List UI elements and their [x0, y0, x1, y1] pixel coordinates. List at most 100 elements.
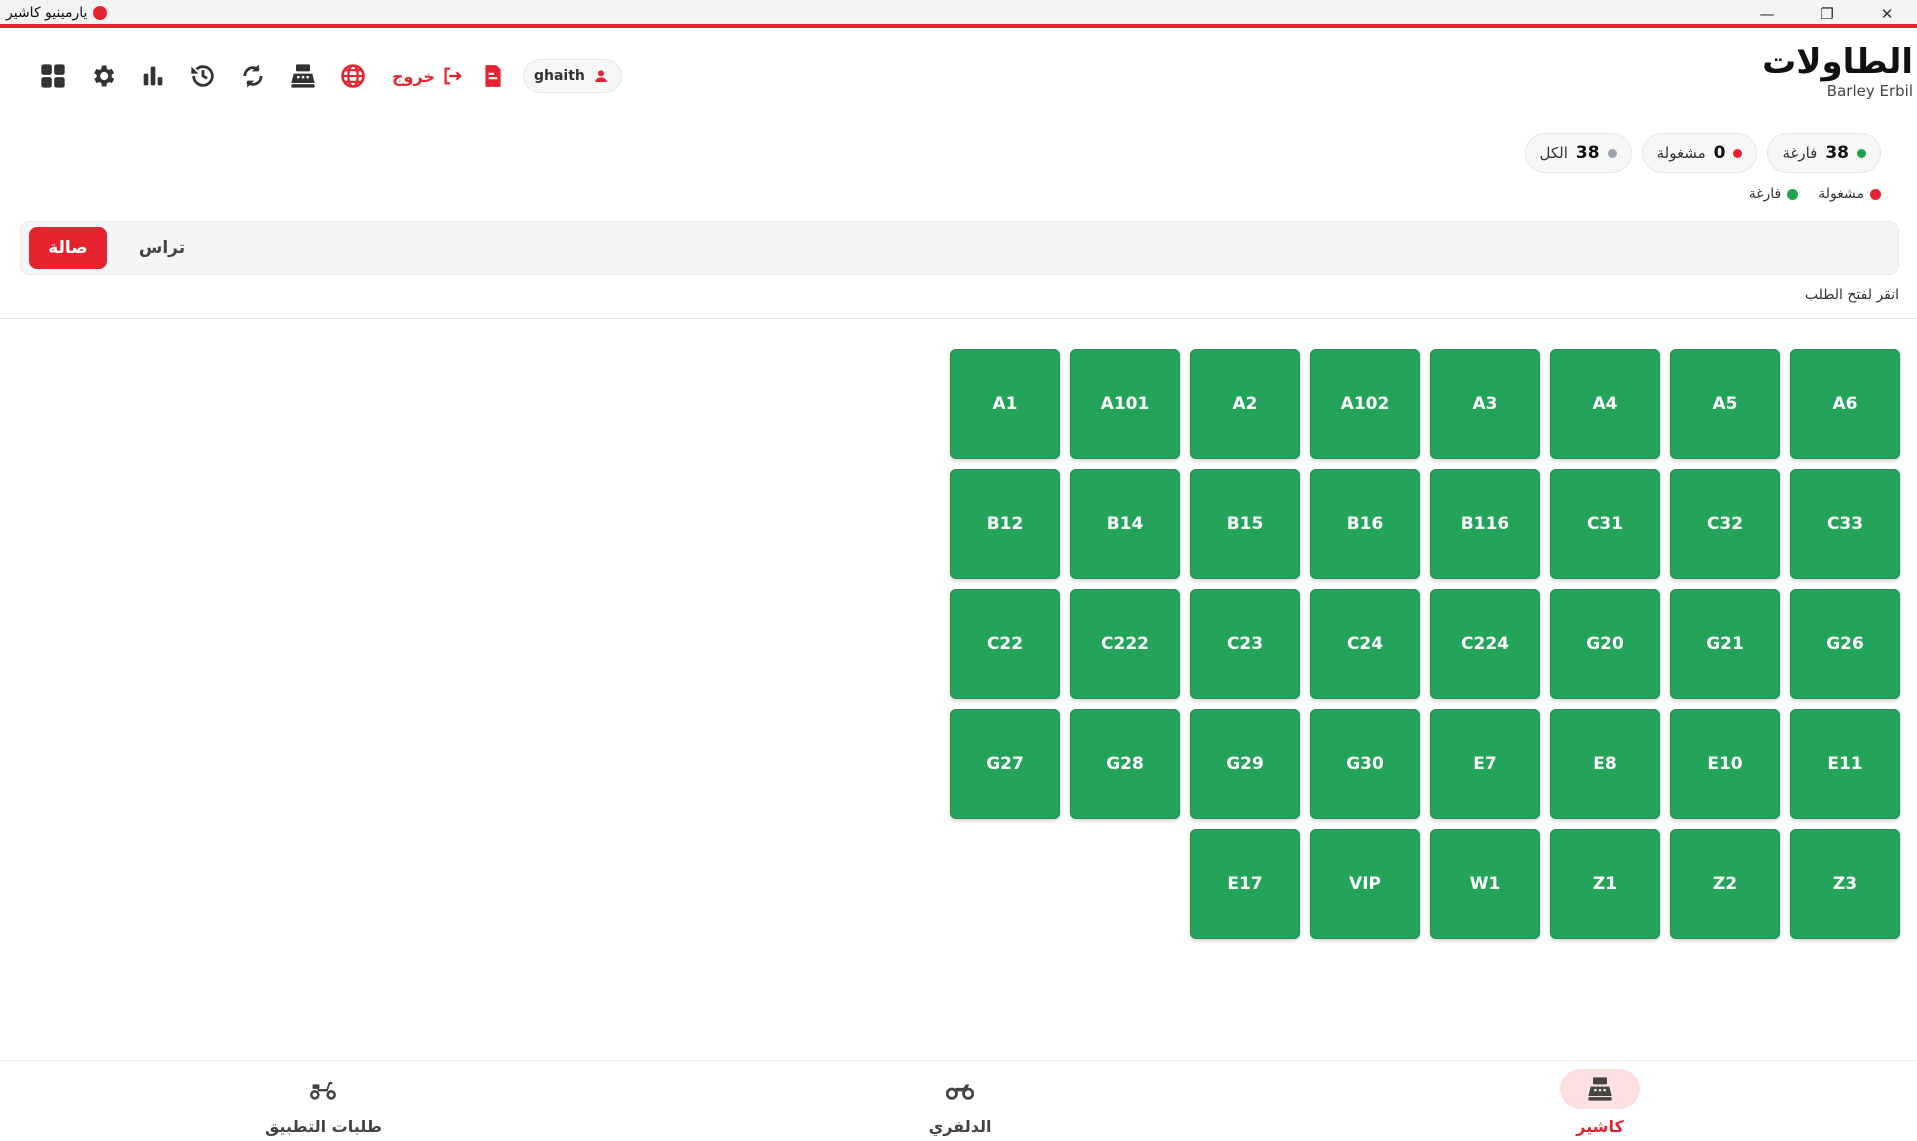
nav-delivery[interactable]: الدلفري [920, 1069, 1000, 1136]
page-title: الطاولات [1762, 42, 1913, 82]
bottom-nav: كاشير الدلفري طلبات التطبيق [0, 1060, 1917, 1141]
app-logo-icon [93, 6, 108, 20]
sync-button[interactable] [228, 58, 278, 94]
table-a6[interactable]: A6 [1790, 349, 1900, 459]
table-c31[interactable]: C31 [1550, 469, 1660, 579]
gear-icon [94, 65, 115, 87]
table-c32[interactable]: C32 [1670, 469, 1780, 579]
stat-free[interactable]: 38 فارغة [1767, 133, 1881, 173]
app-title: يارمينيو كاشير [6, 5, 108, 21]
minimize-button[interactable]: — [1737, 0, 1797, 28]
user-chip[interactable]: ghaith [522, 59, 622, 93]
table-vip[interactable]: VIP [1310, 829, 1420, 939]
stat-free-dot [1857, 148, 1866, 158]
legend-occupied: مشغولة [1818, 186, 1881, 202]
section-tabs: صالة تراس [20, 221, 1899, 275]
table-a102[interactable]: A102 [1310, 349, 1420, 459]
user-icon [594, 70, 607, 82]
table-b12[interactable]: B12 [950, 469, 1060, 579]
language-button[interactable] [328, 58, 378, 94]
maximize-button[interactable]: ❐ [1797, 0, 1857, 28]
table-c224[interactable]: C224 [1430, 589, 1540, 699]
apps-grid-button[interactable] [28, 58, 78, 94]
table-g20[interactable]: G20 [1550, 589, 1660, 699]
logout-label: خروج [392, 66, 435, 86]
tab-terrace[interactable]: تراس [123, 227, 201, 269]
cash-register-icon [1588, 1077, 1612, 1101]
table-c22[interactable]: C22 [950, 589, 1060, 699]
nav-delivery-label: الدلفري [928, 1117, 992, 1136]
scooter-icon [310, 1082, 337, 1100]
stat-all[interactable]: 38 الكل [1524, 133, 1632, 173]
stat-occupied[interactable]: 0 مشغولة [1641, 133, 1758, 173]
table-b15[interactable]: B15 [1190, 469, 1300, 579]
close-button[interactable]: ✕ [1857, 0, 1917, 28]
table-w1[interactable]: W1 [1430, 829, 1540, 939]
table-a1[interactable]: A1 [950, 349, 1060, 459]
table-a3[interactable]: A3 [1430, 349, 1540, 459]
stat-all-dot [1607, 148, 1617, 158]
stat-free-count: 38 [1825, 143, 1849, 163]
table-g30[interactable]: G30 [1310, 709, 1420, 819]
table-z2[interactable]: Z2 [1670, 829, 1780, 939]
table-g27[interactable]: G27 [950, 709, 1060, 819]
stat-all-count: 38 [1575, 143, 1600, 163]
table-a4[interactable]: A4 [1550, 349, 1660, 459]
history-icon [191, 65, 214, 87]
username: ghaith [533, 68, 585, 84]
divider [0, 318, 1917, 319]
legend-free-dot [1787, 188, 1799, 200]
table-g28[interactable]: G28 [1070, 709, 1180, 819]
table-b16[interactable]: B16 [1310, 469, 1420, 579]
nav-app-orders[interactable]: طلبات التطبيق [265, 1069, 382, 1136]
table-e11[interactable]: E11 [1790, 709, 1900, 819]
stat-occupied-count: 0 [1713, 143, 1726, 163]
table-a5[interactable]: A5 [1670, 349, 1780, 459]
branch-name: Barley Erbil [1826, 82, 1913, 100]
nav-cashier-label: كاشير [1576, 1117, 1624, 1136]
table-a2[interactable]: A2 [1190, 349, 1300, 459]
stat-all-label: الكل [1539, 144, 1568, 162]
apps-grid-icon [41, 64, 65, 88]
table-e17[interactable]: E17 [1190, 829, 1300, 939]
tables-grid: A6 A5 A4 A3 A102 A2 A101 A1 C33 C32 C31 B116 B16 B15 B… [948, 349, 1900, 939]
table-stats: 38 فارغة 0 مشغولة 38 الكل [1524, 133, 1881, 173]
sync-icon [243, 64, 263, 88]
window-titlebar: يارمينيو كاشير — ❐ ✕ [0, 0, 1917, 28]
stat-occupied-label: مشغولة [1656, 144, 1706, 162]
cash-register-button[interactable] [278, 58, 328, 94]
nav-app-orders-label: طلبات التطبيق [265, 1117, 382, 1136]
table-g29[interactable]: G29 [1190, 709, 1300, 819]
table-g26[interactable]: G26 [1790, 589, 1900, 699]
toolbar: خروج ghaith [28, 58, 622, 94]
logout-button[interactable]: خروج [392, 65, 463, 87]
nav-cashier[interactable]: كاشير [1560, 1069, 1640, 1136]
table-z3[interactable]: Z3 [1790, 829, 1900, 939]
legend-occupied-label: مشغولة [1818, 186, 1864, 202]
table-e8[interactable]: E8 [1550, 709, 1660, 819]
tab-hall[interactable]: صالة [29, 227, 107, 269]
table-e10[interactable]: E10 [1670, 709, 1780, 819]
status-legend: فارغة مشغولة [1749, 186, 1881, 202]
bar-chart-icon [143, 66, 163, 86]
header: الطاولات Barley Erbil خروج ghaith [0, 32, 1917, 120]
stat-occupied-dot [1733, 148, 1743, 158]
table-b14[interactable]: B14 [1070, 469, 1180, 579]
legend-free-label: فارغة [1748, 186, 1782, 202]
cash-register-icon [291, 64, 315, 88]
table-c33[interactable]: C33 [1790, 469, 1900, 579]
table-e7[interactable]: E7 [1430, 709, 1540, 819]
history-button[interactable] [178, 58, 228, 94]
table-c23[interactable]: C23 [1190, 589, 1300, 699]
table-a101[interactable]: A101 [1070, 349, 1180, 459]
table-b116[interactable]: B116 [1430, 469, 1540, 579]
receipt-button[interactable] [473, 63, 513, 89]
globe-icon [341, 64, 365, 88]
reports-button[interactable] [128, 58, 178, 94]
table-c24[interactable]: C24 [1310, 589, 1420, 699]
table-g21[interactable]: G21 [1670, 589, 1780, 699]
table-z1[interactable]: Z1 [1550, 829, 1660, 939]
table-c222[interactable]: C222 [1070, 589, 1180, 699]
legend-occupied-dot [1870, 188, 1881, 200]
settings-button[interactable] [78, 58, 128, 94]
